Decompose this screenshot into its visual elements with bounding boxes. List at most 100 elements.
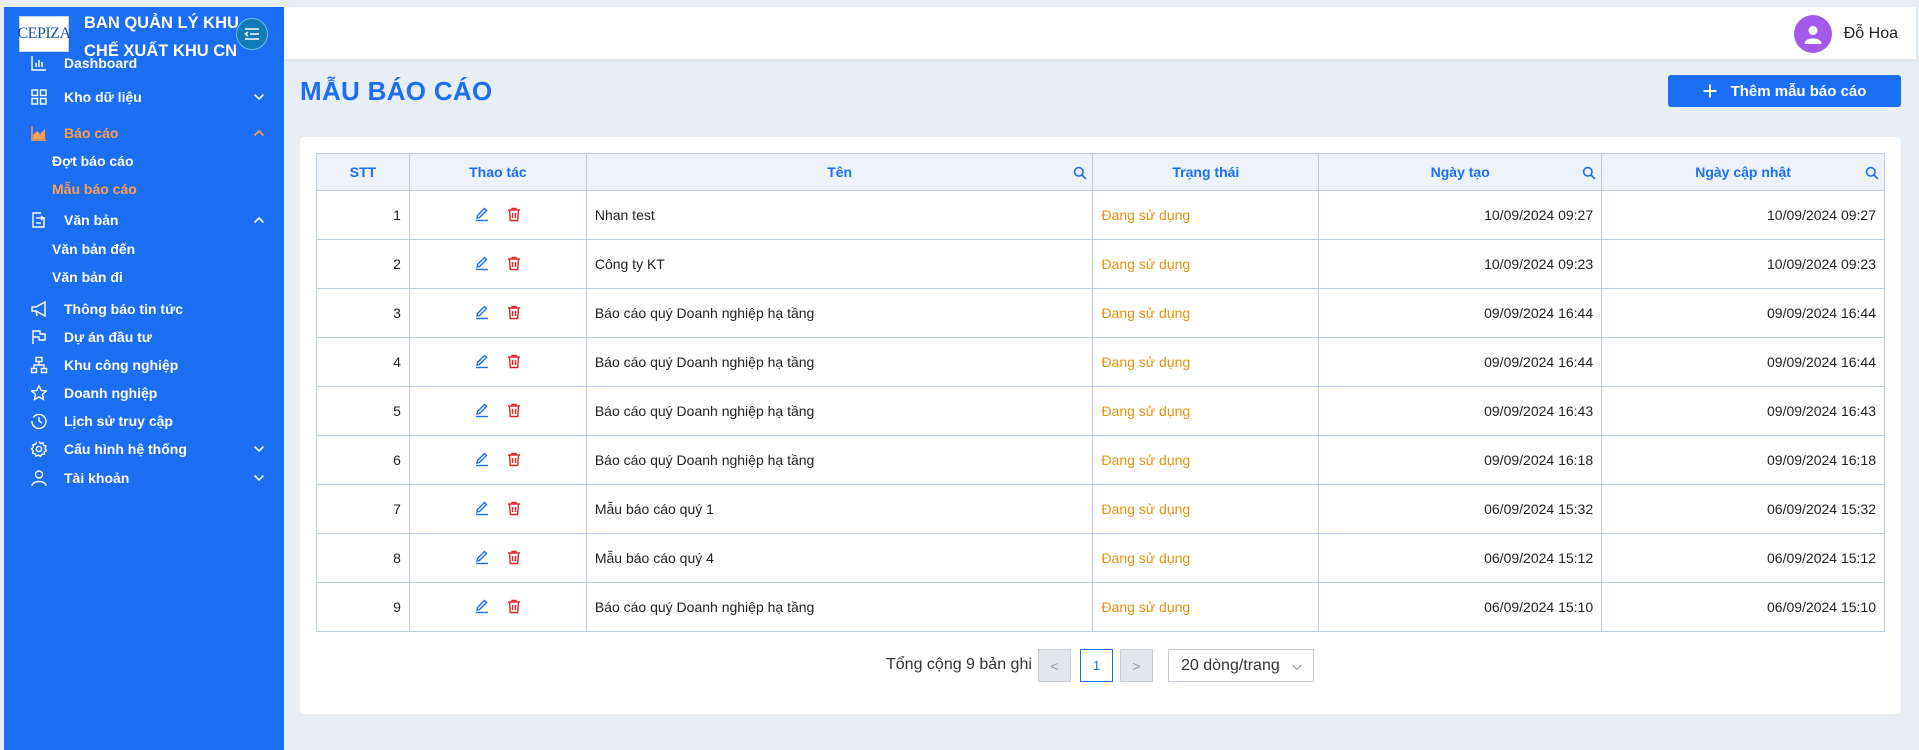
sidebar-item-label: Văn bản xyxy=(64,212,119,228)
sidebar-item-label: Báo cáo xyxy=(64,125,119,141)
edit-icon[interactable] xyxy=(474,304,490,320)
pagination-page-1[interactable]: 1 xyxy=(1080,649,1113,682)
cell-stt: 2 xyxy=(316,239,410,289)
add-button-label: Thêm mẫu báo cáo xyxy=(1730,82,1867,100)
user-name: Đỗ Hoa xyxy=(1843,25,1898,42)
sidebar-subitem-van-ban-di[interactable]: Văn bản đi xyxy=(4,264,284,290)
table-row[interactable]: 3 Báo cáo quý Doanh nghiệp hạ tầng Đang sử… xyxy=(316,288,1885,338)
chevron-down-icon xyxy=(252,90,266,104)
sidebar-item-label: Tài khoản xyxy=(64,470,130,486)
cell-status: Đang sử dụng xyxy=(1092,239,1320,289)
gear-icon xyxy=(28,438,50,460)
cell-status: Đang sử dụng xyxy=(1092,484,1320,534)
cell-name: Công ty KT xyxy=(585,239,1094,289)
delete-icon[interactable] xyxy=(506,353,522,369)
cell-status: Đang sử dụng xyxy=(1092,386,1320,436)
org-chart-icon xyxy=(28,354,50,376)
user-menu[interactable]: Đỗ Hoa xyxy=(1793,15,1898,53)
cell-created: 09/09/2024 16:18 xyxy=(1318,435,1603,485)
add-report-template-button[interactable]: Thêm mẫu báo cáo xyxy=(1668,75,1901,107)
sidebar-item-khu-cong-nghiep[interactable]: Khu công nghiệp xyxy=(4,351,284,379)
table-row[interactable]: 9 Báo cáo quý Doanh nghiệp hạ tầng Đang sử… xyxy=(316,582,1885,632)
column-header-label: STT xyxy=(349,164,377,180)
edit-icon[interactable] xyxy=(474,402,490,418)
delete-icon[interactable] xyxy=(506,304,522,320)
sidebar-item-du-an-dau-tu[interactable]: Dự án đầu tư xyxy=(4,323,284,351)
table-row[interactable]: 5 Báo cáo quý Doanh nghiệp hạ tầng Đang sử… xyxy=(316,386,1885,436)
sidebar-subitem-label: Văn bản đi xyxy=(52,269,123,285)
delete-icon[interactable] xyxy=(506,549,522,565)
table-row[interactable]: 8 Mẫu báo cáo quý 4 Đang sử dụng 06/09/2024… xyxy=(316,533,1885,583)
cell-name: Nhan test xyxy=(585,190,1094,240)
sidebar-subitem-dot-bao-cao[interactable]: Đợt báo cáo xyxy=(4,148,284,174)
table-row[interactable]: 7 Mẫu báo cáo quý 1 Đang sử dụng 06/09/2024… xyxy=(316,484,1885,534)
pagination-next-button[interactable]: > xyxy=(1120,649,1153,682)
sidebar-item-van-ban[interactable]: Văn bản xyxy=(4,206,284,234)
page-size-select[interactable]: 20 dòng/trang xyxy=(1168,649,1314,682)
cell-updated: 10/09/2024 09:23 xyxy=(1601,239,1885,289)
sidebar-item-doanh-nghiep[interactable]: Doanh nghiệp xyxy=(4,379,284,407)
table-row[interactable]: 1 Nhan test Đang sử dụng 10/09/2024 09:27 10… xyxy=(316,190,1885,240)
content-card: STT Thao tác Tên Trạng thái Ngày tạo Ngà… xyxy=(300,137,1901,714)
cell-stt: 4 xyxy=(316,337,410,387)
sidebar-subitem-label: Văn bản đến xyxy=(52,241,136,257)
delete-icon[interactable] xyxy=(506,255,522,271)
history-icon xyxy=(28,410,50,432)
grid-icon xyxy=(28,86,50,108)
table-row[interactable]: 4 Báo cáo quý Doanh nghiệp hạ tầng Đang sử… xyxy=(316,337,1885,387)
edit-icon[interactable] xyxy=(474,500,490,516)
sidebar-item-kho-du-lieu[interactable]: Kho dữ liệu xyxy=(4,83,284,111)
cell-stt: 1 xyxy=(316,190,410,240)
search-icon[interactable] xyxy=(1582,166,1596,180)
cell-actions xyxy=(408,239,587,289)
cell-created: 09/09/2024 16:43 xyxy=(1318,386,1603,436)
cell-updated: 06/09/2024 15:12 xyxy=(1601,533,1885,583)
cell-updated: 09/09/2024 16:18 xyxy=(1601,435,1885,485)
sidebar-item-dashboard[interactable]: Dashboard xyxy=(4,49,284,77)
delete-icon[interactable] xyxy=(506,402,522,418)
sidebar-subitem-mau-bao-cao[interactable]: Mẫu báo cáo xyxy=(4,176,284,202)
column-header-label: Thao tác xyxy=(469,164,527,180)
sidebar-item-thong-bao-tin-tuc[interactable]: Thông báo tin tức xyxy=(4,295,284,323)
document-arrow-icon xyxy=(28,209,50,231)
sidebar-item-label: Cấu hình hệ thống xyxy=(64,441,187,457)
sidebar-item-lich-su-truy-cap[interactable]: Lịch sử truy cập xyxy=(4,407,284,435)
edit-icon[interactable] xyxy=(474,206,490,222)
pagination-prev-button[interactable]: < xyxy=(1038,649,1071,682)
sidebar-item-cau-hinh-he-thong[interactable]: Cấu hình hệ thống xyxy=(4,435,284,463)
sidebar-subitem-van-ban-den[interactable]: Văn bản đến xyxy=(4,236,284,262)
sidebar-item-tai-khoan[interactable]: Tài khoản xyxy=(4,464,284,492)
table-header-row: STT Thao tác Tên Trạng thái Ngày tạo Ngà… xyxy=(316,153,1885,191)
plus-icon xyxy=(1703,84,1717,98)
edit-icon[interactable] xyxy=(474,549,490,565)
delete-icon[interactable] xyxy=(506,206,522,222)
column-header-stt: STT xyxy=(316,153,410,191)
pagination-total: Tổng cộng 9 bản ghi xyxy=(886,656,1032,673)
cell-actions xyxy=(408,288,587,338)
cell-stt: 5 xyxy=(316,386,410,436)
edit-icon[interactable] xyxy=(474,598,490,614)
sidebar-item-label: Lịch sử truy cập xyxy=(64,413,173,429)
delete-icon[interactable] xyxy=(506,598,522,614)
pagination: Tổng cộng 9 bản ghi < 1 > 20 dòng/trang xyxy=(300,649,1901,683)
cell-actions xyxy=(408,435,587,485)
edit-icon[interactable] xyxy=(474,255,490,271)
table-row[interactable]: 2 Công ty KT Đang sử dụng 10/09/2024 09:23 1… xyxy=(316,239,1885,289)
search-icon[interactable] xyxy=(1865,166,1879,180)
sidebar-item-label: Dự án đầu tư xyxy=(64,329,152,345)
table-row[interactable]: 6 Báo cáo quý Doanh nghiệp hạ tầng Đang sử… xyxy=(316,435,1885,485)
search-icon[interactable] xyxy=(1073,166,1088,180)
brand-logo[interactable]: CEPIZA xyxy=(18,16,71,52)
column-header-name: Tên xyxy=(585,153,1094,191)
sidebar-item-bao-cao[interactable]: Báo cáo xyxy=(4,119,284,147)
delete-icon[interactable] xyxy=(506,500,522,516)
sidebar-item-label: Kho dữ liệu xyxy=(64,89,142,105)
edit-icon[interactable] xyxy=(474,353,490,369)
delete-icon[interactable] xyxy=(506,451,522,467)
cell-name: Mẫu báo cáo quý 4 xyxy=(585,533,1094,583)
cell-actions xyxy=(408,533,587,583)
avatar[interactable] xyxy=(1793,15,1832,53)
sidebar-collapse-button[interactable] xyxy=(236,18,268,50)
edit-icon[interactable] xyxy=(474,451,490,467)
cell-actions xyxy=(408,484,587,534)
